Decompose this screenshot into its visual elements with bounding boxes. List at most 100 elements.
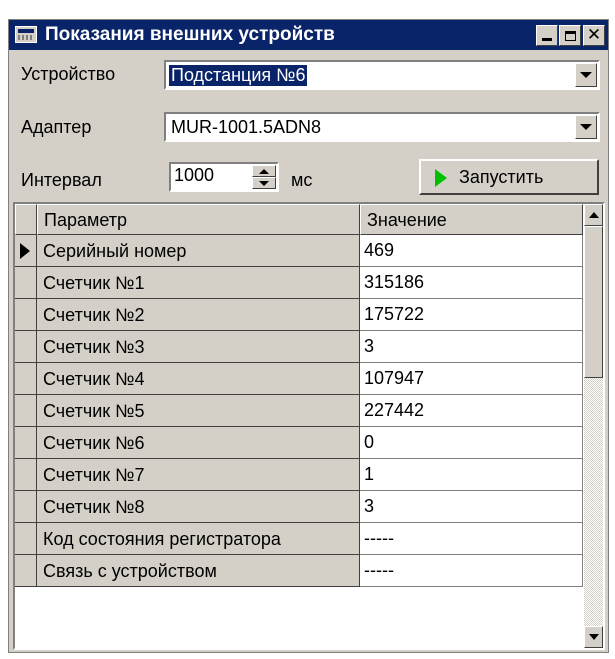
play-icon: [435, 169, 447, 187]
minimize-icon: [542, 38, 552, 41]
table-row[interactable]: Счетчик №5 227442: [15, 395, 583, 427]
scroll-up-button[interactable]: [584, 204, 603, 226]
device-value: Подстанция №6: [169, 65, 308, 86]
interval-spinner[interactable]: 1000: [169, 162, 279, 192]
parameter-cell[interactable]: Серийный номер: [37, 235, 360, 267]
value-cell[interactable]: 227442: [360, 395, 583, 427]
scroll-thumb[interactable]: [584, 226, 603, 378]
row-indicator[interactable]: [15, 555, 37, 587]
parameter-name: Счетчик №8: [43, 497, 145, 517]
parameter-cell[interactable]: Счетчик №1: [37, 267, 360, 299]
parameter-cell[interactable]: Счетчик №6: [37, 427, 360, 459]
vertical-scrollbar[interactable]: [584, 204, 603, 648]
parameter-value: 227442: [364, 400, 425, 420]
parameter-cell[interactable]: Счетчик №5: [37, 395, 360, 427]
table-row[interactable]: Код состояния регистратора -----: [15, 523, 583, 555]
arrow-down-icon: [588, 634, 599, 640]
value-cell[interactable]: 0: [360, 427, 583, 459]
table-row[interactable]: Счетчик №2 175722: [15, 299, 583, 331]
close-button[interactable]: ✕: [583, 25, 605, 46]
value-cell[interactable]: 1: [360, 459, 583, 491]
parameter-value: 1: [364, 464, 375, 484]
parameter-name: Счетчик №7: [43, 465, 145, 485]
adapter-dropdown-button[interactable]: [575, 115, 597, 139]
scroll-down-button[interactable]: [584, 626, 603, 648]
title-bar[interactable]: Показания внешних устройств ✕: [9, 20, 608, 50]
spin-down-button[interactable]: [252, 177, 276, 189]
row-indicator[interactable]: [15, 267, 37, 299]
row-indicator[interactable]: [15, 523, 37, 555]
table-row[interactable]: Счетчик №4 107947: [15, 363, 583, 395]
row-pointer-icon: [20, 243, 30, 259]
row-indicator[interactable]: [15, 395, 37, 427]
device-dropdown-button[interactable]: [575, 63, 597, 87]
interval-value[interactable]: 1000: [174, 165, 214, 186]
value-cell[interactable]: 3: [360, 331, 583, 363]
column-header-parameter[interactable]: Параметр: [37, 204, 360, 235]
row-indicator[interactable]: [15, 299, 37, 331]
close-icon: ✕: [586, 25, 602, 45]
parameter-value: 3: [364, 336, 375, 356]
arrow-down-icon: [259, 180, 269, 186]
parameter-value: 469: [364, 240, 395, 260]
value-cell[interactable]: 3: [360, 491, 583, 523]
parameter-value: -----: [364, 560, 394, 580]
value-cell[interactable]: 469: [360, 235, 583, 267]
table-row[interactable]: Счетчик №7 1: [15, 459, 583, 491]
window-title: Показания внешних устройств: [45, 24, 335, 45]
minimize-button[interactable]: [536, 25, 558, 46]
readings-grid[interactable]: Параметр Значение Серийный номер 469 Счетч…: [13, 202, 605, 650]
parameter-cell[interactable]: Счетчик №7: [37, 459, 360, 491]
parameter-cell[interactable]: Связь с устройством: [37, 555, 360, 587]
row-indicator[interactable]: [15, 235, 37, 267]
column-header-value[interactable]: Значение: [360, 204, 583, 235]
chevron-down-icon: [580, 124, 592, 130]
interval-label: Интервал: [21, 170, 102, 190]
table-row[interactable]: Счетчик №3 3: [15, 331, 583, 363]
parameter-value: 0: [364, 432, 375, 452]
value-cell[interactable]: -----: [360, 523, 583, 555]
grid-corner-header: [15, 204, 37, 235]
table-row[interactable]: Серийный номер 469: [15, 235, 583, 267]
parameter-cell[interactable]: Счетчик №4: [37, 363, 360, 395]
column-header-label: Значение: [367, 210, 447, 230]
parameter-cell[interactable]: Счетчик №3: [37, 331, 360, 363]
table-row[interactable]: Счетчик №6 0: [15, 427, 583, 459]
parameter-name: Счетчик №6: [43, 433, 145, 453]
device-select[interactable]: Подстанция №6: [164, 60, 600, 90]
row-indicator[interactable]: [15, 459, 37, 491]
row-indicator[interactable]: [15, 363, 37, 395]
parameter-name: Счетчик №5: [43, 401, 145, 421]
value-cell[interactable]: -----: [360, 555, 583, 587]
adapter-select[interactable]: MUR-1001.5ADN8: [164, 112, 600, 142]
arrow-up-icon: [588, 212, 599, 218]
row-indicator[interactable]: [15, 427, 37, 459]
parameter-cell[interactable]: Счетчик №8: [37, 491, 360, 523]
parameter-value: 107947: [364, 368, 425, 388]
interval-unit: мс: [291, 170, 313, 190]
table-row[interactable]: Счетчик №8 3: [15, 491, 583, 523]
spin-up-button[interactable]: [252, 165, 276, 177]
maximize-icon: [564, 30, 576, 41]
parameter-value: -----: [364, 528, 394, 548]
value-cell[interactable]: 175722: [360, 299, 583, 331]
column-header-label: Параметр: [44, 210, 128, 230]
parameter-name: Счетчик №3: [43, 337, 145, 357]
main-window: Показания внешних устройств ✕ Устройство…: [8, 19, 609, 653]
value-cell[interactable]: 315186: [360, 267, 583, 299]
parameter-name: Связь с устройством: [43, 561, 217, 581]
parameter-name: Серийный номер: [43, 241, 187, 261]
maximize-button[interactable]: [559, 25, 581, 46]
parameter-cell[interactable]: Счетчик №2: [37, 299, 360, 331]
table-row[interactable]: Связь с устройством -----: [15, 555, 583, 587]
row-indicator[interactable]: [15, 331, 37, 363]
arrow-up-icon: [259, 168, 269, 174]
run-button[interactable]: Запустить: [419, 159, 599, 195]
table-row[interactable]: Счетчик №1 315186: [15, 267, 583, 299]
value-cell[interactable]: 107947: [360, 363, 583, 395]
row-indicator[interactable]: [15, 491, 37, 523]
app-icon[interactable]: [15, 26, 37, 43]
parameter-cell[interactable]: Код состояния регистратора: [37, 523, 360, 555]
parameter-name: Счетчик №2: [43, 305, 145, 325]
run-button-label: Запустить: [459, 167, 544, 187]
